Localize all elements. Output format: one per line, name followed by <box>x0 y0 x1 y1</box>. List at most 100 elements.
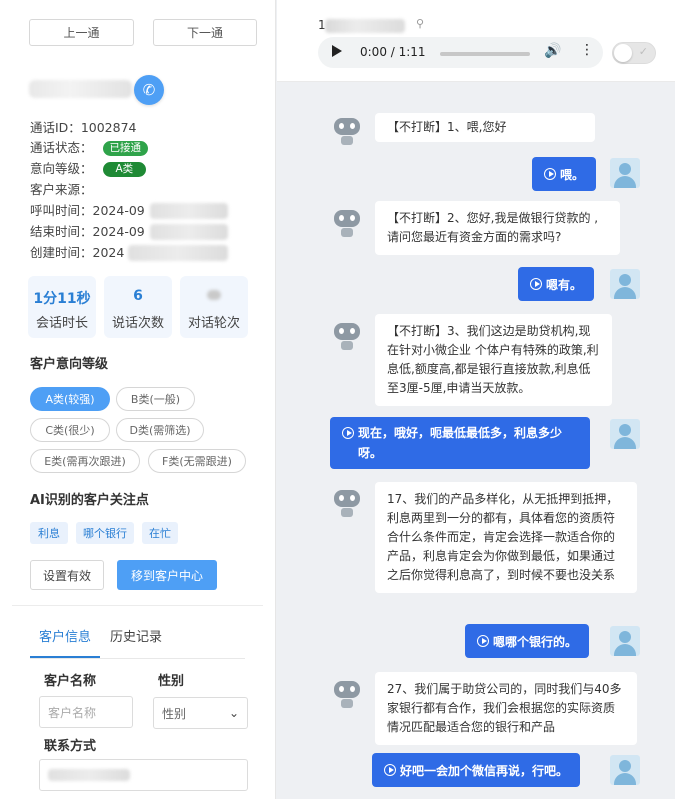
call-status-badge: 已接通 <box>102 141 148 156</box>
conversation-panel: 【不打断】1、喂,您好 喂。 【不打断】2、您好,我是做银行贷款的 ,请问您最近… <box>315 95 657 799</box>
tab-underline <box>30 658 245 659</box>
user-message[interactable]: 嗯有。 <box>518 267 595 301</box>
call-status-label: 通话状态： <box>30 140 93 155</box>
intent-option-d[interactable]: D类(需筛选) <box>116 418 204 442</box>
focus-tag: 在忙 <box>142 522 178 544</box>
end-time-value: 2024-09 <box>92 224 145 239</box>
user-avatar-icon <box>610 419 640 449</box>
focus-tag: 哪个银行 <box>76 522 134 544</box>
contact-label: 联系方式 <box>44 739 97 754</box>
intent-section-title: 客户意向等级 <box>30 357 109 372</box>
customer-source-row: 客户来源： <box>30 180 93 200</box>
customer-name-placeholder: 客户名称 <box>48 705 97 720</box>
intent-option-a[interactable]: A类(较强) <box>30 387 110 411</box>
toggle-knob <box>614 44 632 62</box>
user-avatar-icon <box>610 269 640 299</box>
contact-input[interactable] <box>39 759 248 791</box>
user-message[interactable]: 嗯哪个银行的。 <box>465 624 590 658</box>
intent-level-label: 意向等级： <box>30 161 93 176</box>
user-avatar-icon <box>610 626 640 656</box>
next-call-button[interactable]: 下一通 <box>153 19 257 46</box>
create-time-redacted <box>128 245 228 261</box>
create-time-row: 创建时间：2024 <box>30 243 124 263</box>
audio-player: 0:00 / 1:11 🔊 ⋮ <box>318 37 603 68</box>
robot-avatar-icon <box>332 678 362 710</box>
intent-option-f[interactable]: F类(无需跟进) <box>148 449 246 473</box>
set-valid-button[interactable]: 设置有效 <box>30 560 104 590</box>
call-id-value: 1002874 <box>80 120 137 135</box>
caller-number-redacted <box>29 80 132 98</box>
intent-option-c[interactable]: C类(很少) <box>30 418 110 442</box>
call-time-label: 呼叫时间： <box>30 203 93 218</box>
audio-time: 0:00 / 1:11 <box>360 45 426 59</box>
stat-rounds-redacted <box>207 290 221 300</box>
stat-duration-value: 1分11秒 <box>33 291 91 307</box>
focus-section-title: AI识别的客户关注点 <box>30 493 149 508</box>
customer-name-input[interactable]: 客户名称 <box>39 696 133 728</box>
bot-message: 27、我们属于助贷公司的，同时我们与40多家银行都有合作，我们会根据您的实际资质… <box>375 672 637 745</box>
phone-number-redacted <box>325 19 405 33</box>
auto-play-toggle[interactable]: ✓ <box>612 42 656 64</box>
stat-speak-count: 6 说话次数 <box>104 276 172 338</box>
intent-level-row: 意向等级： A类 <box>30 159 147 179</box>
stat-duration-label: 会话时长 <box>35 316 88 331</box>
user-avatar-icon <box>610 755 640 785</box>
bot-message: 【不打断】1、喂,您好 <box>375 113 595 142</box>
bot-message: 17、我们的产品多样化，从无抵押到抵押，利息两里到一分的都有，具体看您的资质符合… <box>375 482 637 593</box>
robot-avatar-icon <box>332 487 362 519</box>
stat-rounds: 对话轮次 <box>180 276 248 338</box>
call-id-row: 通话ID：1002874 <box>30 118 136 138</box>
play-audio-icon <box>384 764 396 776</box>
customer-source-label: 客户来源： <box>30 182 93 197</box>
play-audio-icon <box>530 278 542 290</box>
gender-label: 性别 <box>158 674 185 689</box>
user-message[interactable]: 好吧一会加个微信再说，行吧。 <box>372 753 581 787</box>
stat-duration: 1分11秒 会话时长 <box>28 276 96 338</box>
user-message[interactable]: 现在，哦好，呃最低最低多，利息多少呀。 <box>330 417 590 469</box>
robot-avatar-icon <box>332 207 362 239</box>
call-detail-panel: 上一通 下一通 ✆ 通话ID：1002874 通话状态： 已接通 意向等级： A… <box>0 0 276 799</box>
play-audio-icon <box>342 427 354 439</box>
audio-progress-bar[interactable] <box>440 52 530 56</box>
tab-customer-info[interactable]: 客户信息 <box>30 626 100 658</box>
end-time-redacted <box>150 224 228 240</box>
gender-select-value: 性别 <box>162 706 187 721</box>
phone-call-icon[interactable]: ✆ <box>134 75 164 105</box>
intent-option-e[interactable]: E类(需再次跟进) <box>30 449 140 473</box>
stat-speak-count-label: 说话次数 <box>111 316 164 331</box>
create-time-value: 2024 <box>92 245 125 260</box>
call-id-label: 通话ID： <box>30 120 81 135</box>
intent-option-b[interactable]: B类(一般) <box>116 387 195 411</box>
end-time-label: 结束时间： <box>30 224 93 239</box>
bot-message: 【不打断】3、我们这边是助贷机构,现在针对小微企业 个体户有特殊的政策,利息低,… <box>375 314 612 406</box>
call-time-value: 2024-09 <box>92 203 145 218</box>
play-icon[interactable] <box>332 45 342 57</box>
user-avatar-icon <box>610 158 640 188</box>
contact-redacted <box>48 769 130 781</box>
end-time-row: 结束时间：2024-09 <box>30 222 145 242</box>
call-time-row: 呼叫时间：2024-09 <box>30 201 145 221</box>
more-options-icon[interactable]: ⋮ <box>580 42 594 58</box>
volume-icon[interactable]: 🔊 <box>544 43 561 59</box>
check-icon: ✓ <box>638 45 648 58</box>
section-divider <box>12 605 263 606</box>
call-status-row: 通话状态： 已接通 <box>30 138 148 158</box>
robot-avatar-icon <box>332 115 362 147</box>
customer-name-label: 客户名称 <box>44 674 97 689</box>
create-time-label: 创建时间： <box>30 245 93 260</box>
stat-speak-count-value: 6 <box>133 288 143 304</box>
location-pin-icon: ⚲ <box>416 17 425 30</box>
move-to-customer-center-button[interactable]: 移到客户中心 <box>117 560 217 590</box>
stat-rounds-value <box>180 288 248 306</box>
bot-message: 【不打断】2、您好,我是做银行贷款的 ,请问您最近有资金方面的需求吗? <box>375 201 620 255</box>
gender-select[interactable]: 性别 ⌄ <box>153 697 248 729</box>
intent-level-badge: A类 <box>102 162 147 177</box>
prev-call-button[interactable]: 上一通 <box>29 19 134 46</box>
focus-tag: 利息 <box>30 522 68 544</box>
call-time-redacted <box>150 203 228 219</box>
stat-rounds-label: 对话轮次 <box>187 316 240 331</box>
tab-history[interactable]: 历史记录 <box>110 626 162 658</box>
play-audio-icon <box>477 635 489 647</box>
user-message[interactable]: 喂。 <box>532 157 597 191</box>
robot-avatar-icon <box>332 320 362 352</box>
